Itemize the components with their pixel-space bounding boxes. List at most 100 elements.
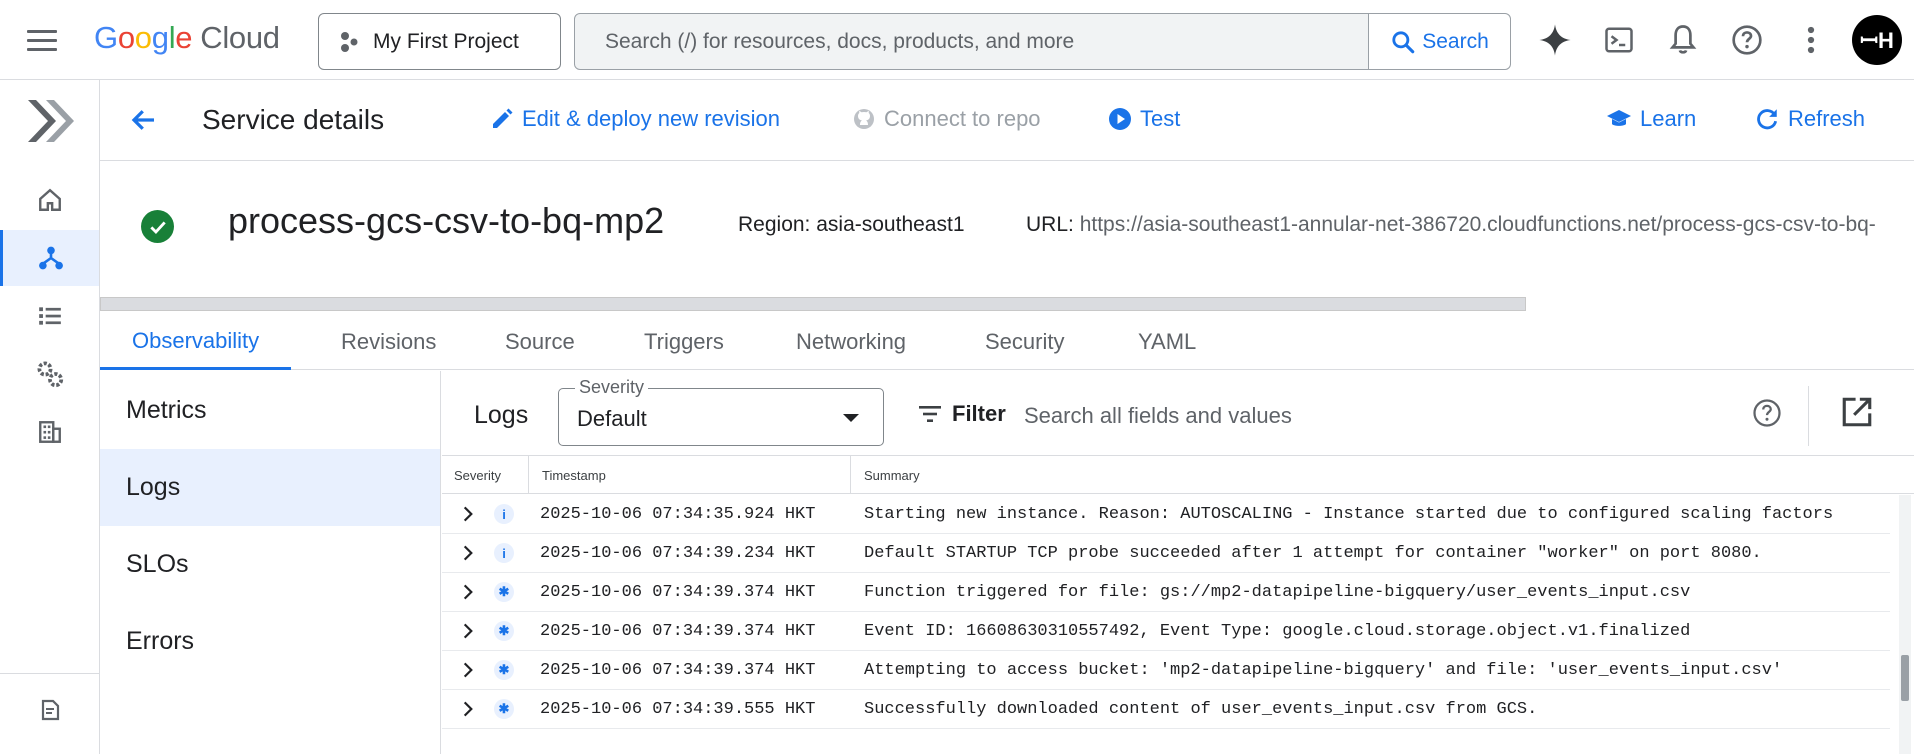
log-summary: Event ID: 16608630310557492, Event Type:… xyxy=(864,622,1691,641)
toolbar-divider xyxy=(1808,386,1809,446)
expand-chevron-icon[interactable] xyxy=(458,543,478,563)
tab-security[interactable]: Security xyxy=(953,314,1096,370)
search-input[interactable] xyxy=(575,14,1368,69)
rail-services-icon[interactable] xyxy=(0,230,99,286)
expand-chevron-icon[interactable] xyxy=(458,582,478,602)
google-cloud-logo[interactable]: Google Cloud xyxy=(94,20,280,56)
rail-home-icon[interactable] xyxy=(0,172,99,228)
tab-networking[interactable]: Networking xyxy=(764,314,938,370)
log-timestamp: 2025-10-06 07:34:35.924 HKT xyxy=(540,505,816,524)
log-summary: Starting new instance. Reason: AUTOSCALI… xyxy=(864,505,1834,524)
col-severity[interactable]: Severity xyxy=(454,456,501,494)
status-ok-icon xyxy=(141,210,174,243)
test-button[interactable]: Test xyxy=(1108,106,1180,132)
severity-default-icon: ✱ xyxy=(494,621,514,641)
subnav-slos[interactable]: SLOs xyxy=(100,526,440,603)
logs-help-icon[interactable] xyxy=(1752,398,1782,433)
scrollbar-thumb[interactable] xyxy=(1901,655,1909,701)
play-circle-icon xyxy=(1109,108,1131,130)
log-summary: Successfully downloaded content of user_… xyxy=(864,700,1538,719)
rail-divider xyxy=(0,673,99,674)
logs-panel: Logs Severity Default Filter Severity Ti… xyxy=(442,371,1914,754)
edit-deploy-button[interactable]: Edit & deploy new revision xyxy=(490,106,780,132)
severity-info-icon: i xyxy=(494,543,514,563)
filter-icon xyxy=(919,406,941,422)
rail-release-notes-icon[interactable] xyxy=(0,682,99,738)
tab-yaml[interactable]: YAML xyxy=(1106,314,1228,370)
product-left-rail xyxy=(0,80,100,754)
project-picker-button[interactable]: My First Project xyxy=(318,13,561,70)
column-divider[interactable] xyxy=(528,456,529,494)
back-arrow-icon[interactable] xyxy=(126,102,162,138)
filter-button[interactable]: Filter xyxy=(918,401,1006,427)
expand-chevron-icon[interactable] xyxy=(458,621,478,641)
log-summary: Default STARTUP TCP probe succeeded afte… xyxy=(864,544,1762,563)
tab-observability[interactable]: Observability xyxy=(100,314,292,370)
account-avatar[interactable]: ꟷH xyxy=(1852,15,1902,65)
logs-title: Logs xyxy=(474,401,529,429)
school-icon xyxy=(1607,110,1631,126)
subnav-errors[interactable]: Errors xyxy=(100,603,440,680)
help-icon[interactable] xyxy=(1727,20,1767,60)
subnav-logs[interactable]: Logs xyxy=(100,449,440,526)
horizontal-scrollbar[interactable] xyxy=(100,297,1526,311)
logo-cloud-text: Cloud xyxy=(200,20,280,55)
col-timestamp[interactable]: Timestamp xyxy=(542,456,606,494)
observability-subnav: Metrics Logs SLOs Errors xyxy=(100,371,441,754)
gemini-sparkle-icon[interactable] xyxy=(1535,20,1575,60)
service-url-link[interactable]: https://asia-southeast1-annular-net-3867… xyxy=(1080,213,1876,236)
rail-building-icon[interactable] xyxy=(0,404,99,460)
service-name: process-gcs-csv-to-bq-mp2 xyxy=(228,200,665,241)
learn-button[interactable]: Learn xyxy=(1606,106,1696,132)
dropdown-caret-icon xyxy=(843,414,859,422)
project-name: My First Project xyxy=(373,29,519,53)
search-icon xyxy=(1392,30,1415,53)
global-search: Search xyxy=(574,13,1511,70)
severity-default-icon: ✱ xyxy=(494,660,514,680)
tab-source[interactable]: Source xyxy=(473,314,607,370)
log-timestamp: 2025-10-06 07:34:39.555 HKT xyxy=(540,700,816,719)
log-row[interactable]: ✱ 2025-10-06 07:34:39.374 HKT Event ID: … xyxy=(442,612,1890,651)
log-filter-input[interactable] xyxy=(1024,389,1564,443)
expand-chevron-icon[interactable] xyxy=(458,660,478,680)
open-in-logs-explorer-icon[interactable] xyxy=(1840,395,1874,434)
cloud-run-logo-icon[interactable] xyxy=(26,98,76,149)
expand-chevron-icon[interactable] xyxy=(458,699,478,719)
service-region: Region: asia-southeast1 xyxy=(738,213,965,236)
log-row[interactable]: ✱ 2025-10-06 07:34:39.374 HKT Attempting… xyxy=(442,651,1890,690)
log-row[interactable]: ✱ 2025-10-06 07:34:39.555 HKT Successful… xyxy=(442,690,1890,729)
log-table: Severity Timestamp Summary i 2025-10-06 … xyxy=(442,455,1914,754)
log-summary: Attempting to access bucket: 'mp2-datapi… xyxy=(864,661,1783,680)
cloud-shell-icon[interactable] xyxy=(1599,20,1639,60)
refresh-button[interactable]: Refresh xyxy=(1754,106,1865,132)
subnav-metrics[interactable]: Metrics xyxy=(100,372,440,449)
log-row[interactable]: i 2025-10-06 07:34:39.234 HKT Default ST… xyxy=(442,534,1890,573)
severity-select-label: Severity xyxy=(575,377,649,398)
log-table-header: Severity Timestamp Summary xyxy=(442,455,1914,494)
log-summary: Function triggered for file: gs://mp2-da… xyxy=(864,583,1691,602)
severity-default-icon: ✱ xyxy=(494,582,514,602)
refresh-icon xyxy=(1757,109,1778,130)
rail-settings-icon[interactable] xyxy=(0,346,99,402)
log-row[interactable]: ✱ 2025-10-06 07:34:39.374 HKT Function t… xyxy=(442,573,1890,612)
project-hub-icon xyxy=(341,31,358,52)
search-button[interactable]: Search xyxy=(1368,14,1510,69)
notifications-bell-icon[interactable] xyxy=(1663,20,1703,60)
severity-select-value: Default xyxy=(577,406,647,431)
tab-revisions[interactable]: Revisions xyxy=(309,314,468,370)
log-row[interactable]: i 2025-10-06 07:34:35.924 HKT Starting n… xyxy=(442,495,1890,534)
column-divider[interactable] xyxy=(850,456,851,494)
main-menu-icon[interactable] xyxy=(22,22,62,58)
log-timestamp: 2025-10-06 07:34:39.234 HKT xyxy=(540,544,816,563)
search-button-label: Search xyxy=(1422,29,1489,53)
more-options-icon[interactable] xyxy=(1791,20,1831,60)
top-app-bar: GoogleCloud My First Project Search ꟷH xyxy=(0,0,1914,80)
severity-default-icon: ✱ xyxy=(494,699,514,719)
col-summary[interactable]: Summary xyxy=(864,456,920,494)
tab-triggers[interactable]: Triggers xyxy=(612,314,756,370)
rail-list-icon[interactable] xyxy=(0,288,99,344)
log-vertical-scrollbar[interactable] xyxy=(1899,495,1911,754)
severity-info-icon: i xyxy=(494,504,514,524)
expand-chevron-icon[interactable] xyxy=(458,504,478,524)
severity-select[interactable]: Severity Default xyxy=(558,377,884,446)
